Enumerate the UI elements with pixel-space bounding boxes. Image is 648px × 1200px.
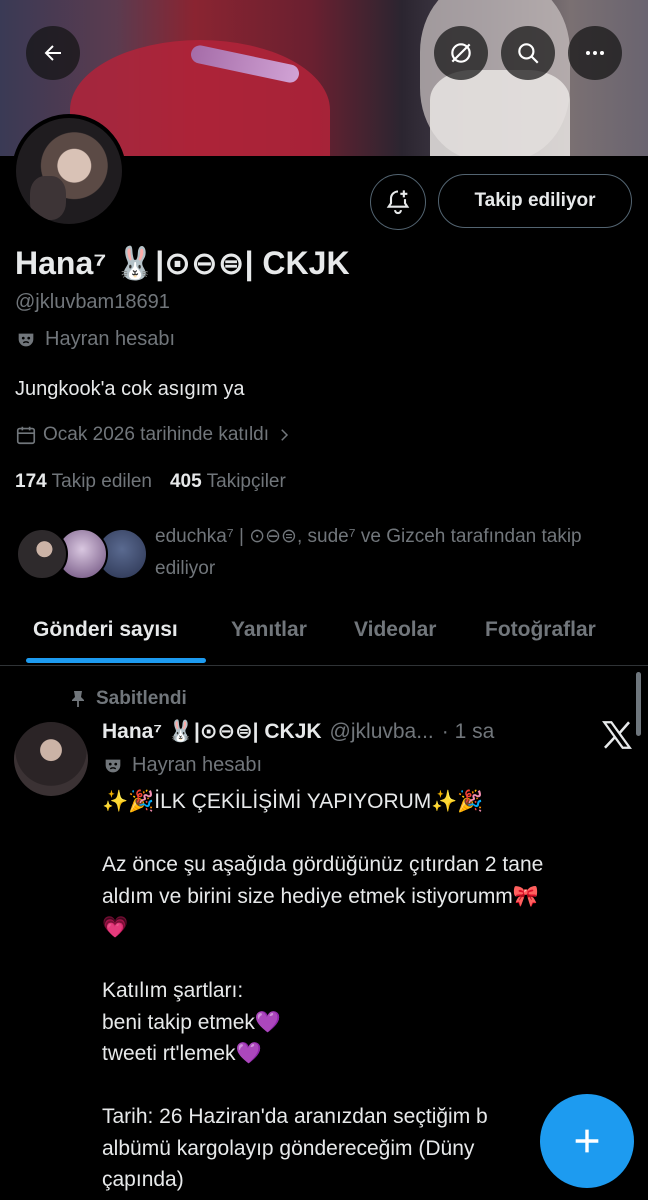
calendar-icon — [16, 426, 36, 445]
back-button[interactable] — [26, 26, 80, 80]
post-time: · 1 sa — [441, 720, 495, 743]
post-category-label: Hayran hesabı — [132, 754, 263, 776]
post-header: Hana⁷ 🐰|⊙⊖⊜| CKJK @jkluvba... · 1 sa — [102, 719, 494, 744]
followers-count: 405 — [169, 471, 202, 492]
active-tab-indicator — [26, 658, 206, 663]
tab-replies[interactable]: Yanıtlar — [231, 618, 307, 642]
follow-counts: 174 Takip edilen 405 Takipçiler — [15, 471, 286, 493]
banner-shirt — [430, 70, 570, 156]
slash-circle-icon — [451, 43, 471, 63]
mutual-followers-text[interactable]: educhka⁷ | ⊙⊖⊜, sude⁷ ve Gizceh tarafınd… — [155, 521, 625, 585]
post-line: tweeti rt'lemek💜 — [102, 1042, 262, 1065]
search-icon — [518, 43, 539, 64]
profile-avatar[interactable] — [12, 114, 126, 228]
tab-posts[interactable]: Gönderi sayısı — [33, 618, 178, 642]
x-logo-icon — [602, 721, 632, 749]
post-author-name[interactable]: Hana⁷ 🐰|⊙⊖⊜| CKJK — [102, 719, 322, 744]
plus-icon — [575, 1129, 599, 1153]
notification-bell-button[interactable] — [370, 174, 426, 230]
post-line: ✨🎉İLK ÇEKİLİŞİMİ YAPIYORUM✨🎉 — [102, 790, 484, 813]
display-name: Hana⁷ 🐰|⊙⊖⊜| CKJK — [15, 245, 350, 281]
post-line: 💗 — [102, 916, 129, 939]
profile-category: Hayran hesabı — [15, 328, 175, 351]
pinned-indicator: Sabitlendi — [70, 688, 187, 710]
category-label: Hayran hesabı — [45, 328, 176, 350]
followers-label: Takipçiler — [206, 471, 286, 492]
join-date-label: Ocak 2026 tarihinde katıldı — [43, 424, 270, 445]
post-line: Az önce şu aşağıda gördüğünüz çıtırdan 2… — [102, 853, 544, 876]
mask-icon — [18, 333, 34, 346]
tab-videos[interactable]: Videolar — [354, 618, 436, 642]
following-button[interactable]: Takip ediliyor — [438, 174, 632, 228]
join-date[interactable]: Ocak 2026 tarihinde katıldı — [15, 424, 293, 446]
more-horizontal-icon — [586, 51, 604, 55]
following-label: Takip edilen — [51, 471, 152, 492]
grok-button[interactable] — [434, 26, 488, 80]
username-handle: @jkluvbam18691 — [15, 291, 170, 313]
chevron-right-icon — [281, 429, 289, 441]
arrow-left-icon — [44, 45, 61, 61]
more-button[interactable] — [568, 26, 622, 80]
search-button[interactable] — [501, 26, 555, 80]
followers-link[interactable]: 405 Takipçiler — [170, 471, 286, 493]
mask-icon — [105, 759, 121, 772]
bell-plus-icon — [386, 190, 410, 215]
following-count: 174 — [15, 471, 47, 492]
pin-icon — [72, 691, 84, 707]
post-line: beni takip etmek💜 — [102, 1010, 282, 1034]
post-line: aldım ve birini size hediye etmek istiyo… — [102, 884, 539, 908]
mutual-avatar-1 — [16, 528, 68, 580]
post-line: Katılım şartları: — [102, 979, 244, 1002]
compose-button[interactable] — [540, 1094, 634, 1188]
post-author-handle[interactable]: @jkluvba... — [330, 720, 434, 744]
following-link[interactable]: 174 Takip edilen — [15, 471, 152, 493]
profile-bio: Jungkook'a cok asıgım ya — [15, 378, 245, 400]
avatar-tattoo-arm — [30, 176, 66, 220]
post-author-category: Hayran hesabı — [102, 754, 262, 777]
post-author-avatar[interactable] — [14, 722, 88, 796]
pinned-label: Sabitlendi — [96, 688, 187, 709]
tab-photos[interactable]: Fotoğraflar — [485, 618, 596, 642]
scrollbar[interactable] — [636, 672, 641, 736]
